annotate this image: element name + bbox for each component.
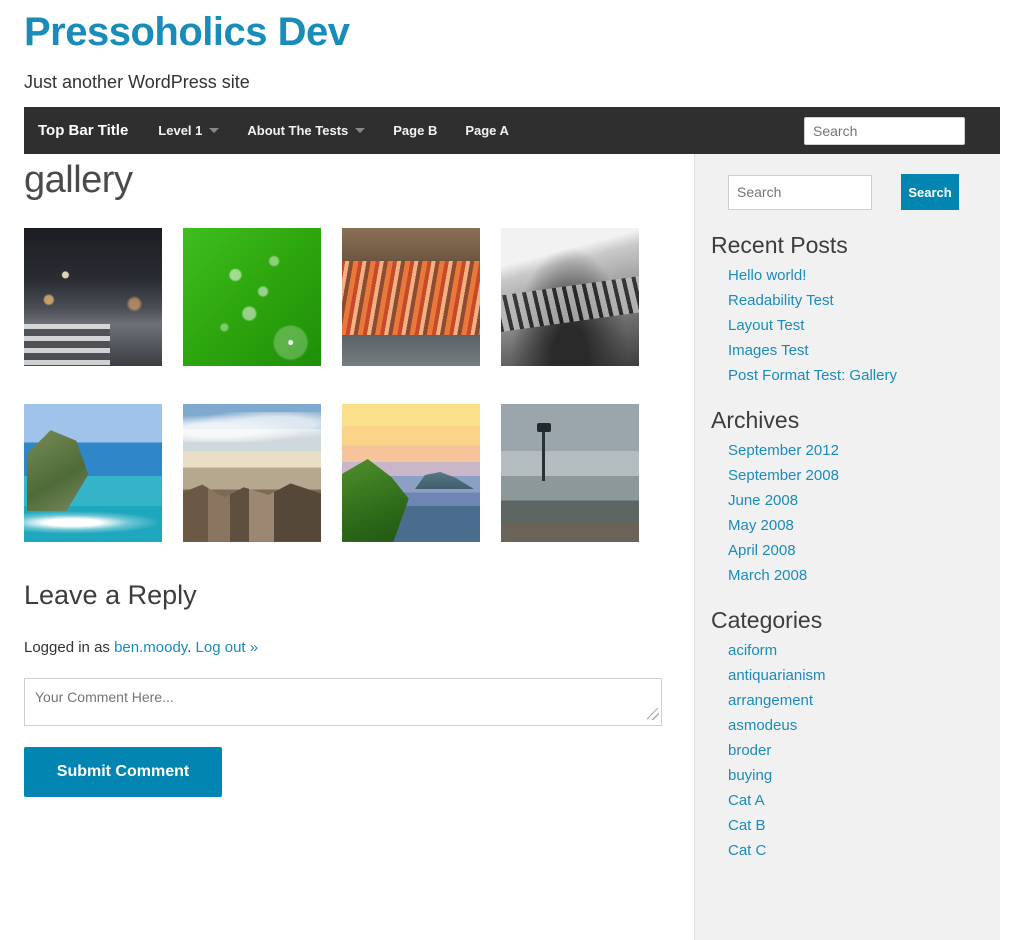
- chevron-down-icon: [355, 128, 366, 133]
- category-link[interactable]: broder: [728, 742, 771, 759]
- nav-item-about-the-tests[interactable]: About The Tests: [233, 123, 379, 138]
- nav-item-label: About The Tests: [247, 123, 349, 138]
- widget-title: Recent Posts: [711, 232, 848, 258]
- logged-in-status: Logged in as ben.moody. Log out »: [24, 639, 664, 656]
- list-item: Cat B: [728, 817, 1000, 835]
- list-item: September 2008: [728, 467, 1000, 485]
- gallery-thumbnail-foggy-landscape-with-pole[interactable]: [501, 403, 639, 542]
- logged-in-prefix: Logged in as: [24, 638, 115, 656]
- sidebar-search-input[interactable]: [728, 174, 872, 210]
- gallery-thumbnail-black-and-white-rock[interactable]: [501, 227, 639, 366]
- gallery-thumbnail-orange-rock-strata[interactable]: [342, 227, 480, 366]
- list-item: Readability Test: [728, 292, 1000, 310]
- widget-recent-posts: Recent Posts Hello world! Readability Te…: [695, 232, 1000, 385]
- sidebar-search-button[interactable]: Search: [901, 174, 959, 210]
- widget-archives: Archives September 2012 September 2008 J…: [695, 407, 1000, 585]
- list-item: September 2012: [728, 442, 1000, 460]
- recent-post-link[interactable]: Layout Test: [728, 317, 804, 334]
- recent-post-link[interactable]: Post Format Test: Gallery: [728, 367, 897, 384]
- list-item: March 2008: [728, 567, 1000, 585]
- recent-post-link[interactable]: Hello world!: [728, 267, 806, 284]
- gallery-thumbnail-sunset-over-coastal-hills[interactable]: [342, 403, 480, 542]
- gallery-thumbnail-green-leaf-with-water-droplets[interactable]: [183, 227, 321, 366]
- log-out-link[interactable]: Log out »: [196, 639, 259, 656]
- comment-form-section: Leave a Reply Logged in as ben.moody. Lo…: [24, 580, 664, 797]
- comment-textarea-wrapper: [24, 677, 662, 726]
- archive-link[interactable]: March 2008: [728, 567, 807, 584]
- category-link[interactable]: Cat C: [728, 842, 766, 859]
- top-bar-search-input[interactable]: [804, 117, 965, 145]
- site-description: Just another WordPress site: [24, 72, 250, 92]
- list-item: aciform: [728, 642, 1000, 660]
- widget-title: Categories: [711, 607, 823, 633]
- page-title: gallery: [24, 159, 133, 201]
- main-content: gallery Leave a Reply Logged in as ben.m…: [24, 159, 664, 797]
- list-item: May 2008: [728, 517, 1000, 535]
- username-link[interactable]: ben.moody: [114, 639, 187, 656]
- submit-comment-button[interactable]: Submit Comment: [24, 746, 222, 797]
- list-item: June 2008: [728, 492, 1000, 510]
- list-item: asmodeus: [728, 717, 1000, 735]
- list-item: antiquarianism: [728, 667, 1000, 685]
- nav-item-page-a[interactable]: Page A: [451, 123, 523, 138]
- nav-item-level-1[interactable]: Level 1: [144, 123, 233, 138]
- list-item: arrangement: [728, 692, 1000, 710]
- comments-heading: Leave a Reply: [24, 579, 197, 610]
- nav-brand-title[interactable]: Top Bar Title: [24, 122, 144, 139]
- category-link[interactable]: asmodeus: [728, 717, 797, 734]
- chevron-down-icon: [209, 128, 220, 133]
- category-link[interactable]: aciform: [728, 642, 777, 659]
- archive-link[interactable]: May 2008: [728, 517, 794, 534]
- category-link[interactable]: antiquarianism: [728, 667, 826, 684]
- category-link[interactable]: Cat A: [728, 792, 765, 809]
- widget-categories: Categories aciform antiquarianism arrang…: [695, 607, 1000, 860]
- archive-link[interactable]: April 2008: [728, 542, 796, 559]
- category-link[interactable]: arrangement: [728, 692, 813, 709]
- category-link[interactable]: Cat B: [728, 817, 766, 834]
- recent-posts-list: Hello world! Readability Test Layout Tes…: [711, 267, 1000, 385]
- gallery-row: [24, 227, 664, 366]
- categories-list: aciform antiquarianism arrangement asmod…: [711, 642, 1000, 860]
- gallery-row: [24, 403, 664, 542]
- list-item: Layout Test: [728, 317, 1000, 335]
- archive-link[interactable]: September 2008: [728, 467, 839, 484]
- site-title[interactable]: Pressoholics Dev: [24, 0, 350, 52]
- list-item: Post Format Test: Gallery: [728, 367, 1000, 385]
- recent-post-link[interactable]: Images Test: [728, 342, 809, 359]
- list-item: April 2008: [728, 542, 1000, 560]
- page-root: Pressoholics Dev Just another WordPress …: [0, 0, 1026, 940]
- recent-post-link[interactable]: Readability Test: [728, 292, 834, 309]
- archives-list: September 2012 September 2008 June 2008 …: [711, 442, 1000, 585]
- sidebar: Search Recent Posts Hello world! Readabi…: [694, 154, 1000, 940]
- gallery-thumbnail-coastal-cliff-turquoise-water[interactable]: [24, 403, 162, 542]
- nav-item-page-b[interactable]: Page B: [379, 123, 451, 138]
- sidebar-search-form: Search: [695, 174, 1000, 210]
- site-masthead: Pressoholics Dev Just another WordPress …: [24, 0, 1004, 93]
- list-item: Hello world!: [728, 267, 1000, 285]
- list-item: buying: [728, 767, 1000, 785]
- gallery: [24, 227, 664, 542]
- comment-textarea[interactable]: [24, 677, 662, 726]
- list-item: Cat A: [728, 792, 1000, 810]
- widget-title: Archives: [711, 407, 800, 433]
- category-link[interactable]: buying: [728, 767, 772, 784]
- archive-link[interactable]: September 2012: [728, 442, 839, 459]
- list-item: broder: [728, 742, 1000, 760]
- logged-in-separator: .: [187, 638, 196, 656]
- top-navigation-bar: Top Bar Title Level 1 About The Tests Pa…: [24, 107, 1000, 154]
- list-item: Cat C: [728, 842, 1000, 860]
- nav-item-label: Level 1: [158, 123, 203, 138]
- gallery-thumbnail-rocky-beach-with-clouds[interactable]: [183, 403, 321, 542]
- list-item: Images Test: [728, 342, 1000, 360]
- archive-link[interactable]: June 2008: [728, 492, 798, 509]
- gallery-thumbnail-city-street-at-night[interactable]: [24, 227, 162, 366]
